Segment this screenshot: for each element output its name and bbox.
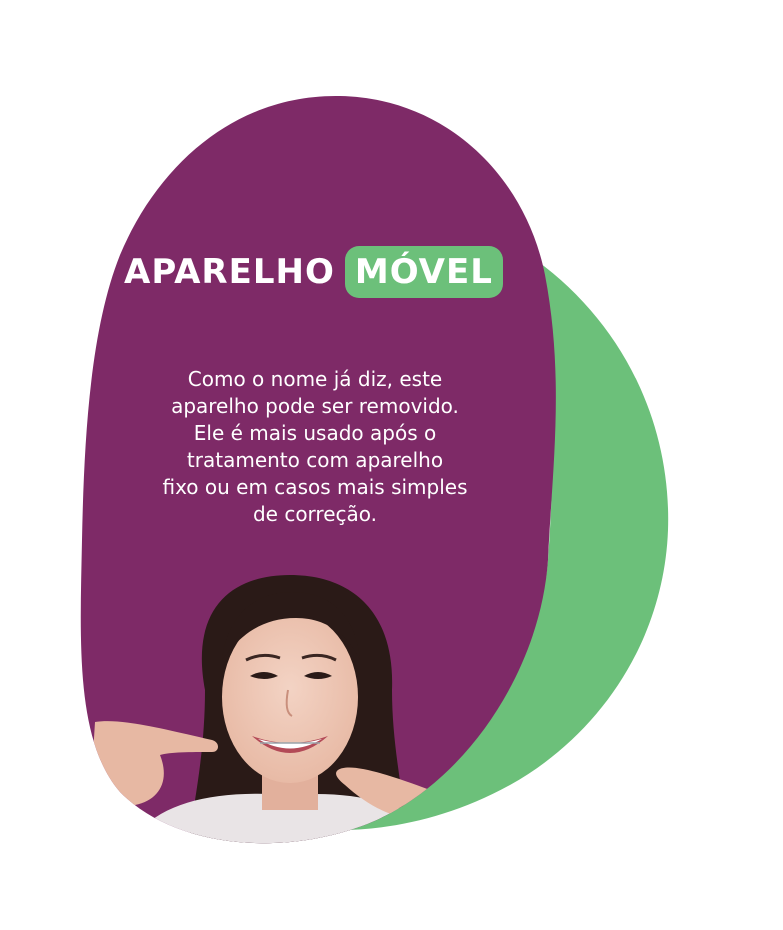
description-text: Como o nome já diz, este aparelho pode s…: [162, 367, 468, 526]
page-title: APARELHO MÓVEL: [124, 244, 503, 300]
title-word-aparelho: APARELHO: [124, 252, 335, 292]
title-word-movel-highlight: MÓVEL: [344, 246, 503, 298]
